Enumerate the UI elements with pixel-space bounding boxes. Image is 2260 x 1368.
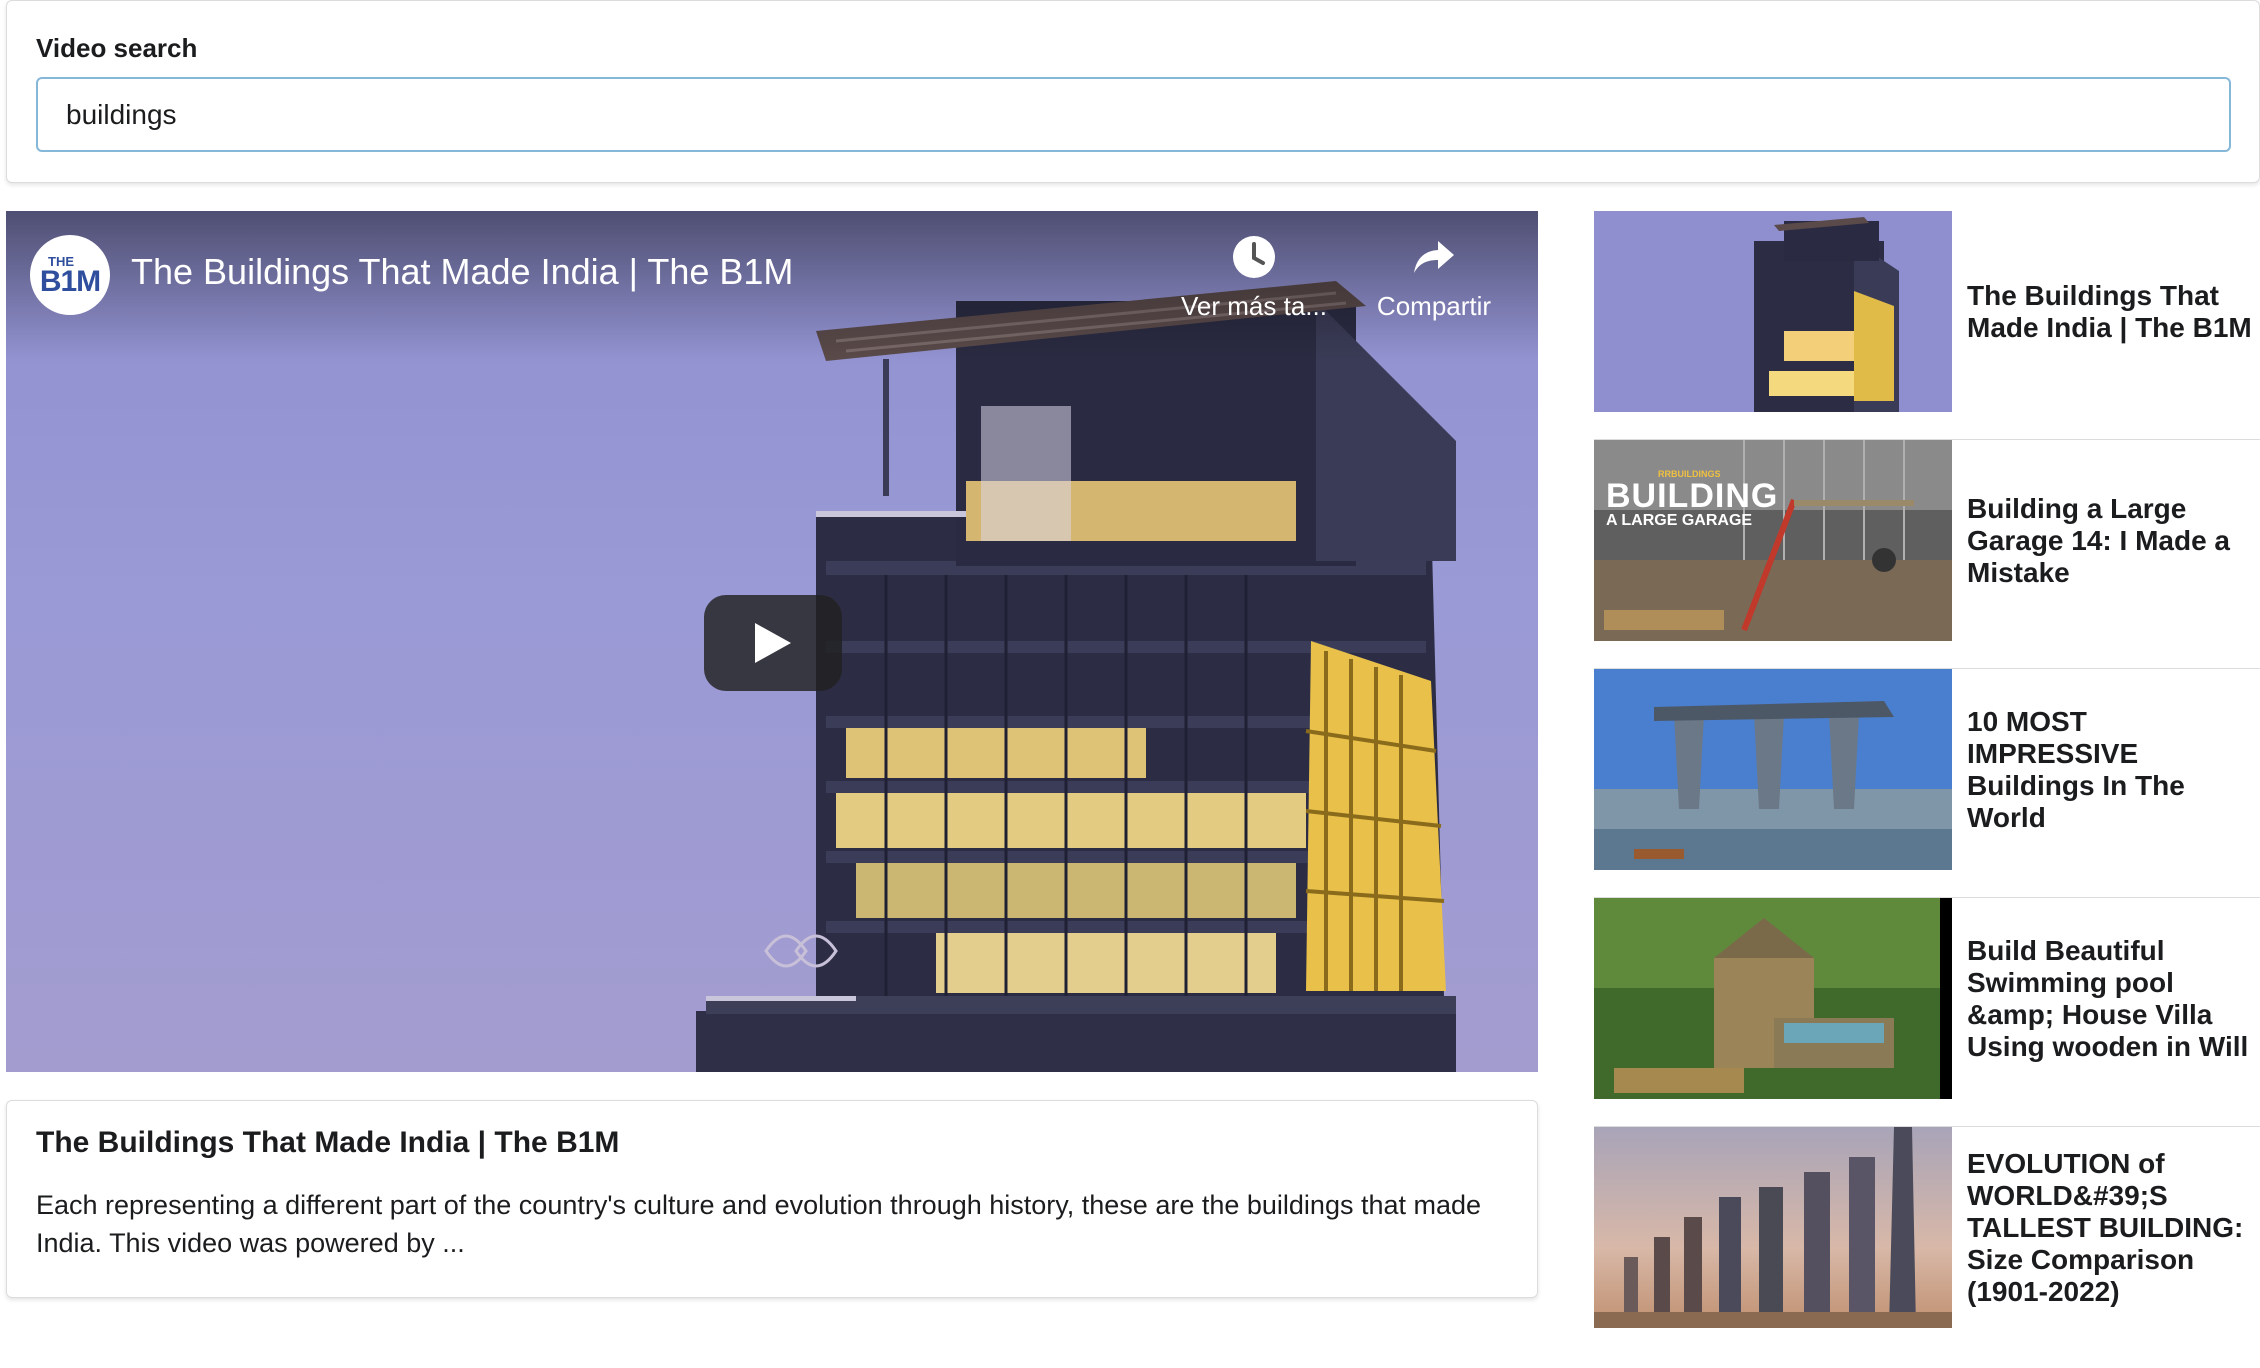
- video-list-item-title[interactable]: Build Beautiful Swimming pool &amp; Hous…: [1967, 898, 2257, 1099]
- video-list-item[interactable]: 10 MOST IMPRESSIVE Buildings In The Worl…: [1594, 669, 2260, 898]
- video-detail-card: The Buildings That Made India | The B1M …: [6, 1100, 1538, 1298]
- channel-logo-main-text: B1M: [39, 264, 101, 298]
- thumb-overlay-sub-text: A LARGE GARAGE: [1606, 512, 1753, 529]
- play-icon: [755, 623, 791, 663]
- channel-logo[interactable]: THE B1M: [30, 235, 110, 315]
- video-detail-title: The Buildings That Made India | The B1M: [36, 1126, 620, 1159]
- watch-later-label: Ver más ta...: [1181, 291, 1327, 321]
- video-list-item[interactable]: EVOLUTION of WORLD&#39;S TALLEST BUILDIN…: [1594, 1127, 2260, 1356]
- video-list: The Buildings That Made India | The B1M …: [1594, 211, 2260, 1356]
- share-arrow-icon: [1414, 241, 1454, 273]
- share-button[interactable]: Compartir: [1349, 233, 1519, 322]
- video-list-item-title[interactable]: The Buildings That Made India | The B1M: [1967, 211, 2257, 412]
- video-list-item[interactable]: RRBUILDINGS BUILDING A LARGE GARAGE Buil…: [1594, 440, 2260, 669]
- play-button[interactable]: [704, 595, 842, 691]
- video-list-item[interactable]: The Buildings That Made India | The B1M: [1594, 211, 2260, 440]
- video-thumbnail[interactable]: RRBUILDINGS BUILDING A LARGE GARAGE: [1594, 440, 1952, 641]
- video-detail-description: Each representing a different part of th…: [36, 1190, 1482, 1258]
- watch-later-button[interactable]: Ver más ta...: [1169, 233, 1339, 322]
- video-thumbnail[interactable]: [1594, 669, 1952, 870]
- player-title[interactable]: The Buildings That Made India | The B1M: [131, 251, 793, 293]
- clock-icon: [1233, 236, 1275, 278]
- video-list-item-title[interactable]: Building a Large Garage 14: I Made a Mis…: [1967, 440, 2257, 641]
- video-thumbnail[interactable]: [1594, 211, 1952, 412]
- search-panel: Video search: [6, 0, 2260, 183]
- thumb-overlay-big-text: BUILDING: [1606, 477, 1779, 515]
- video-thumbnail[interactable]: [1594, 1127, 1952, 1328]
- share-label: Compartir: [1376, 291, 1492, 321]
- video-list-item-title[interactable]: 10 MOST IMPRESSIVE Buildings In The Worl…: [1967, 669, 2257, 870]
- search-label: Video search: [36, 33, 198, 63]
- search-input[interactable]: [36, 77, 2231, 152]
- video-list-item-title[interactable]: EVOLUTION of WORLD&#39;S TALLEST BUILDIN…: [1967, 1127, 2257, 1328]
- video-player[interactable]: THE B1M The Buildings That Made India | …: [6, 211, 1538, 1072]
- video-list-item[interactable]: Build Beautiful Swimming pool &amp; Hous…: [1594, 898, 2260, 1127]
- video-thumbnail[interactable]: [1594, 898, 1952, 1099]
